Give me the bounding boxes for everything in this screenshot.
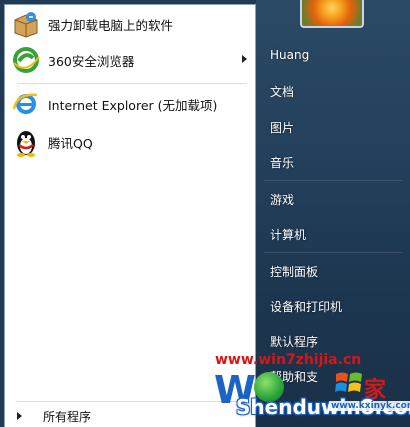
program-label: 360安全浏览器 [48,53,135,69]
divider [17,83,247,84]
uninstall-box-icon [11,9,41,39]
music-link[interactable]: 音乐 [270,154,294,171]
user-picture[interactable] [300,0,364,28]
submenu-arrow-icon[interactable] [242,55,247,63]
games-link[interactable]: 游戏 [270,191,294,208]
watermark-logo: W 家 Shenduwin8.com www.kxinyk.com [214,368,410,427]
program-label: 腾讯QQ [48,135,93,151]
computer-link[interactable]: 计算机 [270,226,306,243]
control-panel-link[interactable]: 控制面板 [270,263,318,280]
program-internet-explorer[interactable]: Internet Explorer (无加载项) [9,87,253,121]
documents-link[interactable]: 文档 [270,83,294,100]
user-name-link[interactable]: Huang [270,48,309,62]
all-programs-label: 所有程序 [43,409,92,424]
divider [264,180,402,181]
program-uninstall[interactable]: 强力卸载电脑上的软件 [9,7,253,41]
expand-arrow-icon [17,412,22,420]
watermark-subtext: www.kxinyk.com [329,401,410,411]
internet-explorer-icon [11,89,41,119]
program-label: 强力卸载电脑上的软件 [48,17,174,33]
program-label: Internet Explorer (无加载项) [48,97,218,113]
qq-penguin-icon [11,127,41,157]
start-menu: 强力卸载电脑上的软件 360安全浏览器 Internet Explorer (无… [0,0,410,427]
windows-flag-icon [335,372,362,392]
watermark-url: www.win7zhijia.cn [215,352,362,368]
devices-printers-link[interactable]: 设备和打印机 [270,298,342,315]
program-360-browser[interactable]: 360安全浏览器 [9,43,253,77]
program-qq[interactable]: 腾讯QQ [9,125,253,159]
divider [17,401,247,402]
default-programs-link[interactable]: 默认程序 [270,333,318,350]
pictures-link[interactable]: 图片 [270,119,294,136]
divider [264,252,402,253]
360-browser-icon [11,45,41,75]
